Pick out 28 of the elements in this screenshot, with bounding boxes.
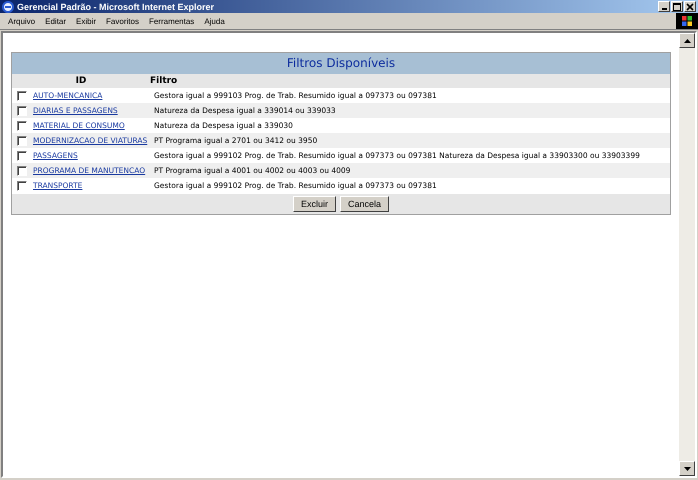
- menu-item[interactable]: Ferramentas: [144, 16, 200, 26]
- menu-item[interactable]: Exibir: [71, 16, 102, 26]
- column-header: Filtro: [150, 76, 178, 86]
- panel-title: Filtros Disponíveis: [12, 53, 670, 74]
- menu-item[interactable]: Favoritos: [101, 16, 144, 26]
- minimize-icon: [662, 8, 666, 10]
- maximize-icon: [673, 2, 681, 10]
- scroll-up-icon[interactable]: [679, 33, 695, 48]
- action-button[interactable]: Excluir: [292, 196, 336, 212]
- action-button[interactable]: Cancela: [340, 196, 390, 212]
- checkbox[interactable]: [17, 166, 27, 176]
- window-title: Gerencial Padrão - Microsoft Internet Explorer: [17, 2, 216, 12]
- column-header: ID: [76, 76, 86, 86]
- checkbox[interactable]: [17, 90, 27, 100]
- checkbox[interactable]: [17, 136, 27, 146]
- checkbox[interactable]: [17, 106, 27, 116]
- browser-icon: [2, 0, 14, 12]
- menu-item[interactable]: Ajuda: [199, 16, 230, 26]
- checkbox[interactable]: [17, 120, 27, 130]
- scroll-down-icon[interactable]: [679, 461, 695, 476]
- minimize-button[interactable]: [658, 1, 670, 12]
- menu-item[interactable]: Arquivo: [3, 16, 40, 26]
- close-button[interactable]: [684, 1, 696, 12]
- close-icon: [686, 2, 694, 10]
- checkbox[interactable]: [17, 150, 27, 160]
- menu-item[interactable]: Editar: [40, 16, 72, 26]
- maximize-button[interactable]: [671, 1, 683, 12]
- windows-logo-icon: [676, 13, 698, 29]
